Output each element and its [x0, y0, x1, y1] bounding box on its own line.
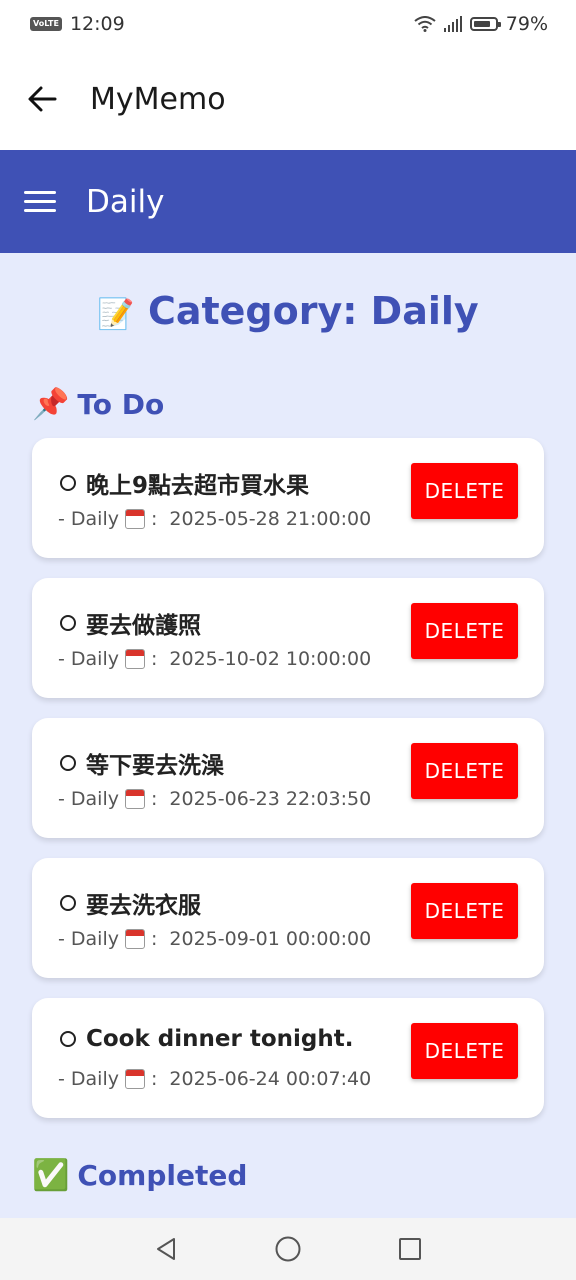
- todo-section-title: 📌 To Do: [32, 387, 576, 422]
- radio-circle-icon[interactable]: [60, 1031, 76, 1047]
- calendar-icon: [124, 929, 145, 949]
- completed-section-title: ✅ Completed: [32, 1158, 576, 1193]
- task-card[interactable]: 要去做護照 - Daily : 2025-10-02 10:00:00 DELE…: [32, 578, 544, 698]
- task-category: - Daily: [58, 508, 119, 530]
- recents-square-icon[interactable]: [349, 1218, 471, 1280]
- task-title: 要去做護照: [86, 613, 201, 639]
- task-date: 2025-06-24 00:07:40: [169, 1068, 372, 1090]
- task-category: - Daily: [58, 928, 119, 950]
- page-title: 📝 Category: Daily: [0, 289, 576, 333]
- page-title-text: Category: Daily: [147, 289, 479, 333]
- system-nav-bar: [0, 1218, 576, 1280]
- calendar-icon: [124, 649, 145, 669]
- task-title: Cook dinner tonight.: [86, 1026, 354, 1052]
- app-title: MyMemo: [90, 81, 226, 117]
- task-category: - Daily: [58, 648, 119, 670]
- back-arrow-icon[interactable]: [24, 81, 60, 117]
- app-bar: MyMemo: [0, 48, 576, 150]
- completed-section-label: Completed: [77, 1159, 248, 1192]
- task-category: - Daily: [58, 788, 119, 810]
- back-triangle-icon[interactable]: [105, 1218, 227, 1280]
- task-category: - Daily: [58, 1068, 119, 1090]
- status-time: 12:09: [69, 13, 125, 35]
- pushpin-icon: 📌: [32, 387, 70, 422]
- volte-icon: VoLTE: [30, 17, 62, 31]
- calendar-icon: [124, 789, 145, 809]
- delete-button[interactable]: DELETE: [411, 463, 518, 519]
- task-date: 2025-06-23 22:03:50: [169, 788, 372, 810]
- status-bar: VoLTE 12:09 79%: [0, 0, 576, 48]
- delete-button[interactable]: DELETE: [411, 883, 518, 939]
- radio-circle-icon[interactable]: [60, 475, 76, 491]
- task-title: 要去洗衣服: [86, 893, 201, 919]
- signal-icon: [443, 16, 462, 32]
- memo-icon: 📝: [97, 297, 135, 332]
- task-card[interactable]: 等下要去洗澡 - Daily : 2025-06-23 22:03:50 DEL…: [32, 718, 544, 838]
- task-date: 2025-09-01 00:00:00: [169, 928, 372, 950]
- todo-section-label: To Do: [77, 388, 165, 421]
- radio-circle-icon[interactable]: [60, 615, 76, 631]
- todo-list: 晚上9點去超市買水果 - Daily : 2025-05-28 21:00:00…: [0, 438, 576, 1118]
- delete-button[interactable]: DELETE: [411, 1023, 518, 1079]
- category-toolbar: Daily: [0, 150, 576, 253]
- task-date: 2025-10-02 10:00:00: [169, 648, 372, 670]
- task-date: 2025-05-28 21:00:00: [169, 508, 372, 530]
- task-card[interactable]: 晚上9點去超市買水果 - Daily : 2025-05-28 21:00:00…: [32, 438, 544, 558]
- main-content[interactable]: 📝 Category: Daily 📌 To Do 晚上9點去超市買水果 - D…: [0, 253, 576, 1218]
- task-card[interactable]: 要去洗衣服 - Daily : 2025-09-01 00:00:00 DELE…: [32, 858, 544, 978]
- wifi-icon: [414, 16, 436, 32]
- delete-button[interactable]: DELETE: [411, 743, 518, 799]
- task-card[interactable]: Cook dinner tonight. - Daily : 2025-06-2…: [32, 998, 544, 1118]
- battery-percent: 79%: [505, 13, 548, 35]
- radio-circle-icon[interactable]: [60, 895, 76, 911]
- home-circle-icon[interactable]: [227, 1218, 349, 1280]
- delete-button[interactable]: DELETE: [411, 603, 518, 659]
- calendar-icon: [124, 1069, 145, 1089]
- task-title: 等下要去洗澡: [86, 753, 224, 779]
- check-mark-icon: ✅: [32, 1158, 70, 1193]
- category-toolbar-title: Daily: [86, 183, 165, 220]
- calendar-icon: [124, 509, 145, 529]
- task-title: 晚上9點去超市買水果: [86, 473, 310, 499]
- hamburger-menu-icon[interactable]: [24, 186, 56, 218]
- radio-circle-icon[interactable]: [60, 755, 76, 771]
- battery-icon: [469, 17, 501, 31]
